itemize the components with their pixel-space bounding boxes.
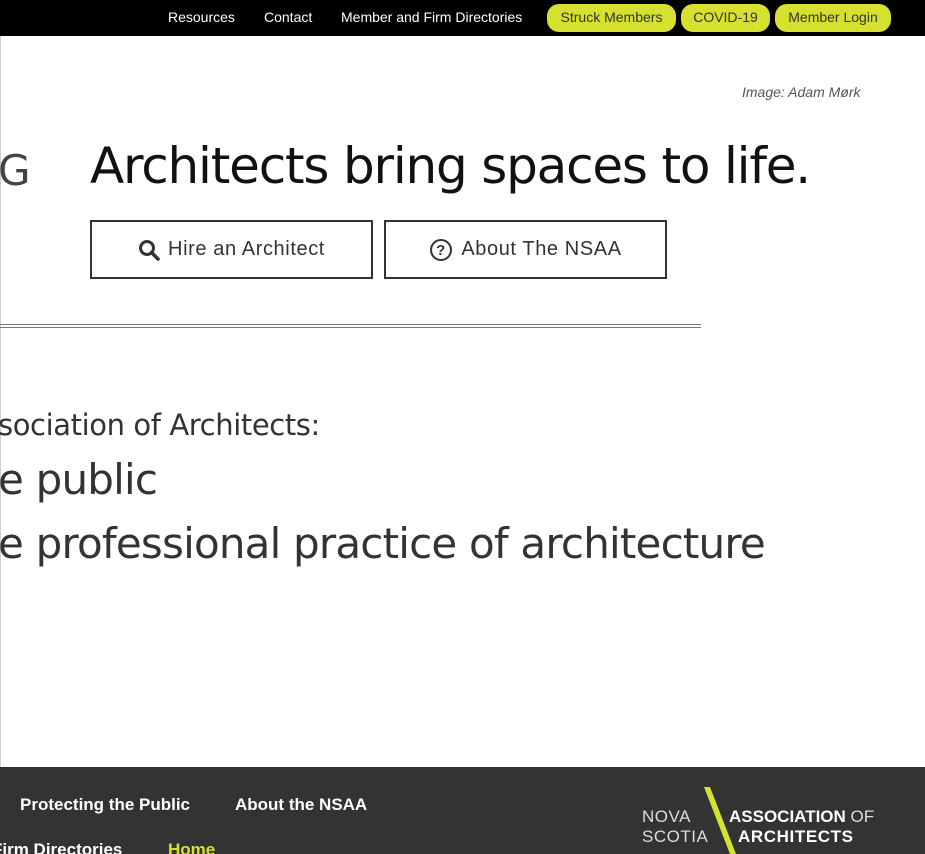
question-circle-icon: ? xyxy=(429,238,453,262)
nav-link-directories[interactable]: Member and Firm Directories xyxy=(341,9,522,25)
mission-point-2: e professional practice of architecture xyxy=(0,519,766,568)
search-icon xyxy=(138,239,160,261)
logo-text-architects: ARCHITECTS xyxy=(738,827,854,846)
nav-link-resources[interactable]: Resources xyxy=(168,9,235,25)
logo-of-word: OF xyxy=(850,807,875,826)
mission-intro: sociation of Architects: xyxy=(0,408,320,442)
logo-text-scotia: SCOTIA xyxy=(642,827,709,846)
struck-members-button[interactable]: Struck Members xyxy=(547,4,676,32)
footer-link-about-nsaa[interactable]: About the NSAA xyxy=(235,795,367,815)
about-nsaa-button[interactable]: ? About The NSAA xyxy=(384,220,667,279)
section-divider xyxy=(0,324,701,328)
svg-text:?: ? xyxy=(436,242,446,259)
mission-point-1: e public xyxy=(0,455,158,504)
image-credit: Image: Adam Mørk xyxy=(742,84,861,100)
hire-architect-label: Hire an Architect xyxy=(168,238,325,260)
logo-text-association: ASSOCIATION OF xyxy=(729,807,874,827)
footer-link-home[interactable]: Home xyxy=(168,840,215,854)
site-footer: Protecting the Public About the NSAA Fir… xyxy=(0,767,925,854)
logo-text-nova: NOVA xyxy=(642,807,691,826)
footer-link-protecting-public[interactable]: Protecting the Public xyxy=(20,795,190,815)
logo-association-word: ASSOCIATION xyxy=(729,807,846,826)
about-nsaa-label: About The NSAA xyxy=(461,238,622,260)
covid-19-button[interactable]: COVID-19 xyxy=(681,4,770,32)
member-login-button[interactable]: Member Login xyxy=(775,4,891,32)
footer-link-firm-directories[interactable]: Firm Directories xyxy=(0,840,122,854)
hire-architect-button[interactable]: Hire an Architect xyxy=(90,220,373,279)
top-navigation-bar: Resources Contact Member and Firm Direct… xyxy=(0,0,925,36)
page-headline: Architects bring spaces to life. xyxy=(90,137,811,195)
nav-link-contact[interactable]: Contact xyxy=(264,9,312,25)
clipped-slide-text: G xyxy=(0,146,31,195)
nsaa-logo[interactable]: NOVA SCOTIA ASSOCIATION OF ARCHITECTS xyxy=(642,787,892,854)
